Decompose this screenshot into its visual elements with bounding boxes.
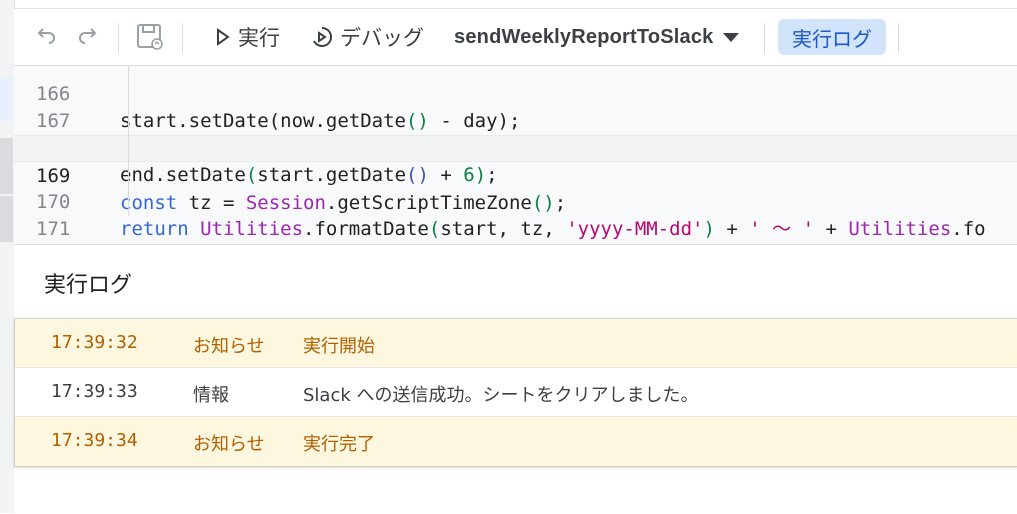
debug-label: デバッグ bbox=[340, 26, 424, 50]
debug-icon bbox=[313, 26, 333, 47]
run-button[interactable]: 実行 bbox=[214, 9, 280, 65]
code-line: 168 end.setDate(start.getDate() + 6); bbox=[14, 108, 1017, 186]
save-button[interactable] bbox=[134, 9, 166, 65]
log-message: Slack への送信成功。シートをクリアしました。 bbox=[303, 385, 699, 406]
code-line: 170 return Utilities.formatDate(start, t… bbox=[14, 162, 1017, 240]
code-line: 171 } bbox=[14, 189, 1017, 240]
code-line: 167 const end = new Date(start); bbox=[14, 81, 1017, 159]
log-level: お知らせ bbox=[193, 434, 265, 455]
toolbar-divider-3 bbox=[764, 23, 765, 53]
code-line: 166 start.setDate(now.getDate() - day); bbox=[14, 66, 1017, 132]
function-select[interactable]: sendWeeklyReportToSlack bbox=[454, 9, 740, 65]
log-table: 17:39:32 お知らせ 実行開始 17:39:33 情報 Slack への送… bbox=[14, 318, 1017, 467]
log-time: 17:39:33 bbox=[51, 381, 138, 402]
function-name: sendWeeklyReportToSlack bbox=[454, 25, 714, 48]
toolbar-divider-2 bbox=[182, 23, 183, 53]
redo-button[interactable] bbox=[72, 9, 104, 65]
chevron-down-icon bbox=[722, 33, 739, 42]
log-level: お知らせ bbox=[193, 336, 265, 357]
left-rail-scroll-2[interactable] bbox=[0, 196, 13, 242]
code-line: 172 bbox=[14, 216, 1017, 243]
log-row: 17:39:32 お知らせ 実行開始 bbox=[15, 319, 1017, 368]
log-message: 実行開始 bbox=[303, 336, 375, 357]
toolbar: 実行 デバッグ sendWeeklyReportToSlack 実行ログ bbox=[14, 8, 1017, 66]
redo-icon bbox=[72, 21, 104, 53]
log-title: 実行ログ bbox=[44, 273, 133, 298]
log-row: 17:39:34 お知らせ 実行完了 bbox=[15, 417, 1017, 466]
execution-log-label: 実行ログ bbox=[792, 26, 872, 51]
indent-guide bbox=[128, 66, 129, 216]
left-rail-scroll[interactable] bbox=[0, 138, 13, 194]
debug-button[interactable]: デバッグ bbox=[310, 9, 424, 65]
log-level: 情報 bbox=[193, 385, 229, 406]
log-time: 17:39:32 bbox=[51, 332, 138, 353]
toolbar-divider bbox=[118, 23, 119, 53]
undo-icon bbox=[30, 21, 62, 53]
log-row: 17:39:33 情報 Slack への送信成功。シートをクリアしました。 bbox=[15, 368, 1017, 417]
left-rail bbox=[0, 0, 15, 513]
log-time: 17:39:34 bbox=[51, 430, 138, 451]
run-label: 実行 bbox=[238, 26, 280, 50]
left-rail-selected[interactable] bbox=[0, 78, 13, 120]
execution-log-panel: 実行ログ 17:39:32 お知らせ 実行開始 17:39:33 情報 Slac… bbox=[14, 244, 1017, 514]
log-message: 実行完了 bbox=[303, 434, 375, 455]
play-icon bbox=[217, 28, 230, 46]
undo-button[interactable] bbox=[30, 9, 62, 65]
toolbar-divider-4 bbox=[898, 23, 899, 53]
code-editor[interactable]: 166 start.setDate(now.getDate() - day); … bbox=[14, 66, 1017, 244]
execution-log-button[interactable]: 実行ログ bbox=[778, 19, 886, 55]
code-line-current: 169 const tz = Session.getScriptTimeZone… bbox=[14, 135, 1017, 214]
save-icon bbox=[134, 21, 166, 53]
